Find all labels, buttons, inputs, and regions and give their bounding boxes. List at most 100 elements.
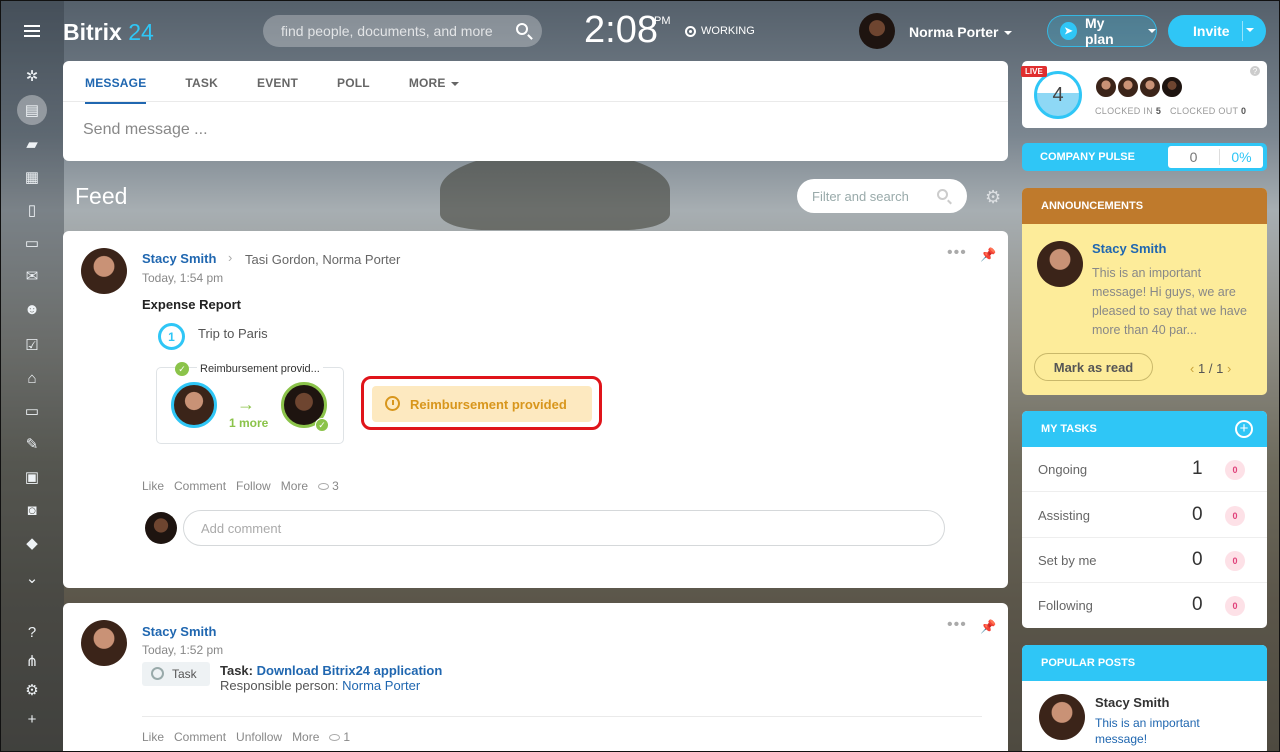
company-icon[interactable]: ⌂ bbox=[22, 368, 42, 388]
drive-icon[interactable]: ▭ bbox=[22, 233, 42, 253]
tab-event[interactable]: EVENT bbox=[257, 76, 298, 104]
comment-input[interactable] bbox=[184, 511, 884, 545]
calendar-icon[interactable]: ▦ bbox=[22, 167, 42, 187]
arrow-right-icon: → bbox=[237, 394, 255, 414]
logo[interactable]: Bitrix 24 bbox=[63, 19, 154, 46]
author-avatar[interactable] bbox=[81, 248, 127, 294]
approver-avatar[interactable] bbox=[171, 382, 217, 428]
task-row-set-by-me[interactable]: Set by me 0 0 bbox=[1022, 538, 1267, 583]
more-down-icon[interactable]: ⌄ bbox=[22, 568, 42, 588]
author-name[interactable]: Stacy Smith bbox=[142, 624, 216, 639]
comment-field[interactable] bbox=[183, 510, 945, 546]
group-icon[interactable]: ☻ bbox=[22, 299, 42, 319]
my-tasks-title: MY TASKS bbox=[1022, 411, 1267, 447]
add-icon[interactable]: + bbox=[22, 709, 42, 729]
task-row-count: 0 bbox=[1192, 549, 1203, 570]
more-link[interactable]: More bbox=[292, 730, 319, 744]
work-status[interactable]: WORKING bbox=[685, 25, 755, 37]
task-link[interactable]: Download Bitrix24 application bbox=[257, 663, 443, 678]
tasks-icon[interactable]: ☑ bbox=[22, 335, 42, 355]
more-approvers-link[interactable]: 1 more bbox=[229, 416, 268, 430]
user-avatar[interactable] bbox=[859, 13, 895, 49]
task-row-label: Ongoing bbox=[1038, 462, 1088, 477]
mail-icon[interactable]: ✉ bbox=[22, 266, 42, 286]
clock-icon bbox=[385, 396, 400, 411]
author-name[interactable]: Stacy Smith bbox=[142, 251, 216, 266]
left-sidebar: ✲ ▤ ▰ ▦ ▯ ▭ ✉ ☻ ☑ ⌂ ▭ ✎ ▣ ◙ ◆ ⌄ ? ⋔ ⚙ + bbox=[0, 0, 64, 752]
global-search-input[interactable] bbox=[263, 15, 493, 47]
sign-icon[interactable]: ✎ bbox=[22, 434, 42, 454]
more-dots-icon[interactable]: ••• bbox=[947, 616, 967, 634]
avatar[interactable] bbox=[1094, 75, 1118, 99]
invite-button[interactable]: Invite bbox=[1168, 15, 1266, 47]
tab-more[interactable]: MORE bbox=[409, 76, 459, 104]
pin-icon[interactable]: 📌 bbox=[980, 247, 996, 263]
task-row-ongoing[interactable]: Ongoing 1 0 bbox=[1022, 447, 1267, 492]
task-row-assisting[interactable]: Assisting 0 0 bbox=[1022, 493, 1267, 538]
document-icon[interactable]: ▯ bbox=[22, 200, 42, 220]
eye-icon bbox=[329, 733, 341, 741]
pulse-value: 0 bbox=[1168, 149, 1220, 165]
search-icon[interactable] bbox=[516, 23, 528, 35]
pulse-percent: 0% bbox=[1231, 149, 1252, 165]
more-dots-icon[interactable]: ••• bbox=[947, 244, 967, 262]
stage-number-icon: 1 bbox=[158, 323, 185, 350]
comment-link[interactable]: Comment bbox=[174, 730, 226, 744]
structure-icon[interactable]: ⋔ bbox=[22, 651, 42, 671]
avatar[interactable] bbox=[1138, 75, 1162, 99]
chevron-down-icon[interactable] bbox=[1246, 28, 1254, 32]
unfollow-link[interactable]: Unfollow bbox=[236, 730, 282, 744]
avatar[interactable] bbox=[1116, 75, 1140, 99]
responsible-link[interactable]: Norma Porter bbox=[342, 678, 420, 693]
feed-icon[interactable]: ▤ bbox=[17, 95, 47, 125]
author-avatar[interactable] bbox=[1039, 694, 1085, 740]
author-avatar[interactable] bbox=[1037, 241, 1083, 287]
company-pulse[interactable]: COMPANY PULSE 0 0% bbox=[1022, 143, 1267, 171]
settings-icon[interactable]: ⚙ bbox=[22, 680, 42, 700]
more-link[interactable]: More bbox=[281, 479, 308, 493]
avatar[interactable] bbox=[1160, 75, 1184, 99]
sites-icon[interactable]: ▭ bbox=[22, 401, 42, 421]
global-search[interactable] bbox=[263, 15, 542, 47]
box-icon[interactable]: ◆ bbox=[22, 533, 42, 553]
add-task-icon[interactable]: + bbox=[1235, 420, 1253, 438]
chevron-right-icon[interactable]: › bbox=[1227, 361, 1231, 376]
chat-icon[interactable]: ▰ bbox=[22, 134, 42, 154]
help-icon[interactable]: ? bbox=[22, 622, 42, 642]
popular-post-link[interactable]: This is an important message! bbox=[1095, 715, 1245, 747]
popular-author[interactable]: Stacy Smith bbox=[1095, 695, 1169, 710]
author-avatar[interactable] bbox=[81, 620, 127, 666]
help-icon[interactable]: ? bbox=[1250, 66, 1260, 76]
task-row-following[interactable]: Following 0 0 bbox=[1022, 583, 1267, 628]
feed-filter[interactable]: Filter and search bbox=[797, 179, 967, 213]
menu-icon[interactable] bbox=[24, 25, 40, 37]
like-link[interactable]: Like bbox=[142, 479, 164, 493]
tab-more-label: MORE bbox=[408, 76, 446, 90]
stream-icon[interactable]: ✲ bbox=[22, 66, 42, 86]
my-plan-button[interactable]: ➤ My plan bbox=[1047, 15, 1157, 47]
gear-icon[interactable]: ⚙ bbox=[985, 187, 1001, 208]
tab-poll[interactable]: POLL bbox=[337, 76, 370, 104]
send-message-field[interactable]: Send message ... bbox=[83, 121, 208, 139]
robot-icon[interactable]: ◙ bbox=[22, 500, 42, 520]
contacts-icon[interactable]: ▣ bbox=[22, 467, 42, 487]
like-link[interactable]: Like bbox=[142, 730, 164, 744]
tab-task[interactable]: TASK bbox=[185, 76, 218, 104]
follow-link[interactable]: Follow bbox=[236, 479, 271, 493]
recipients[interactable]: Tasi Gordon, Norma Porter bbox=[245, 252, 400, 267]
pin-icon[interactable]: 📌 bbox=[980, 619, 996, 635]
page-separator: / bbox=[1208, 361, 1213, 376]
online-count[interactable]: 4 bbox=[1034, 71, 1082, 119]
tab-message[interactable]: MESSAGE bbox=[85, 76, 147, 104]
user-menu[interactable]: Norma Porter bbox=[909, 24, 1013, 40]
status-icon bbox=[685, 25, 696, 37]
chevron-left-icon[interactable]: ‹ bbox=[1190, 361, 1194, 376]
post-time[interactable]: Today, 1:52 pm bbox=[142, 643, 223, 657]
mark-as-read-button[interactable]: Mark as read bbox=[1034, 353, 1153, 381]
post-time[interactable]: Today, 1:54 pm bbox=[142, 271, 223, 285]
comment-link[interactable]: Comment bbox=[174, 479, 226, 493]
views-counter[interactable]: 1 bbox=[329, 730, 350, 744]
announcement-author[interactable]: Stacy Smith bbox=[1092, 241, 1166, 256]
announcement-text[interactable]: This is an important message! Hi guys, w… bbox=[1092, 264, 1257, 340]
views-counter[interactable]: 3 bbox=[318, 479, 339, 493]
